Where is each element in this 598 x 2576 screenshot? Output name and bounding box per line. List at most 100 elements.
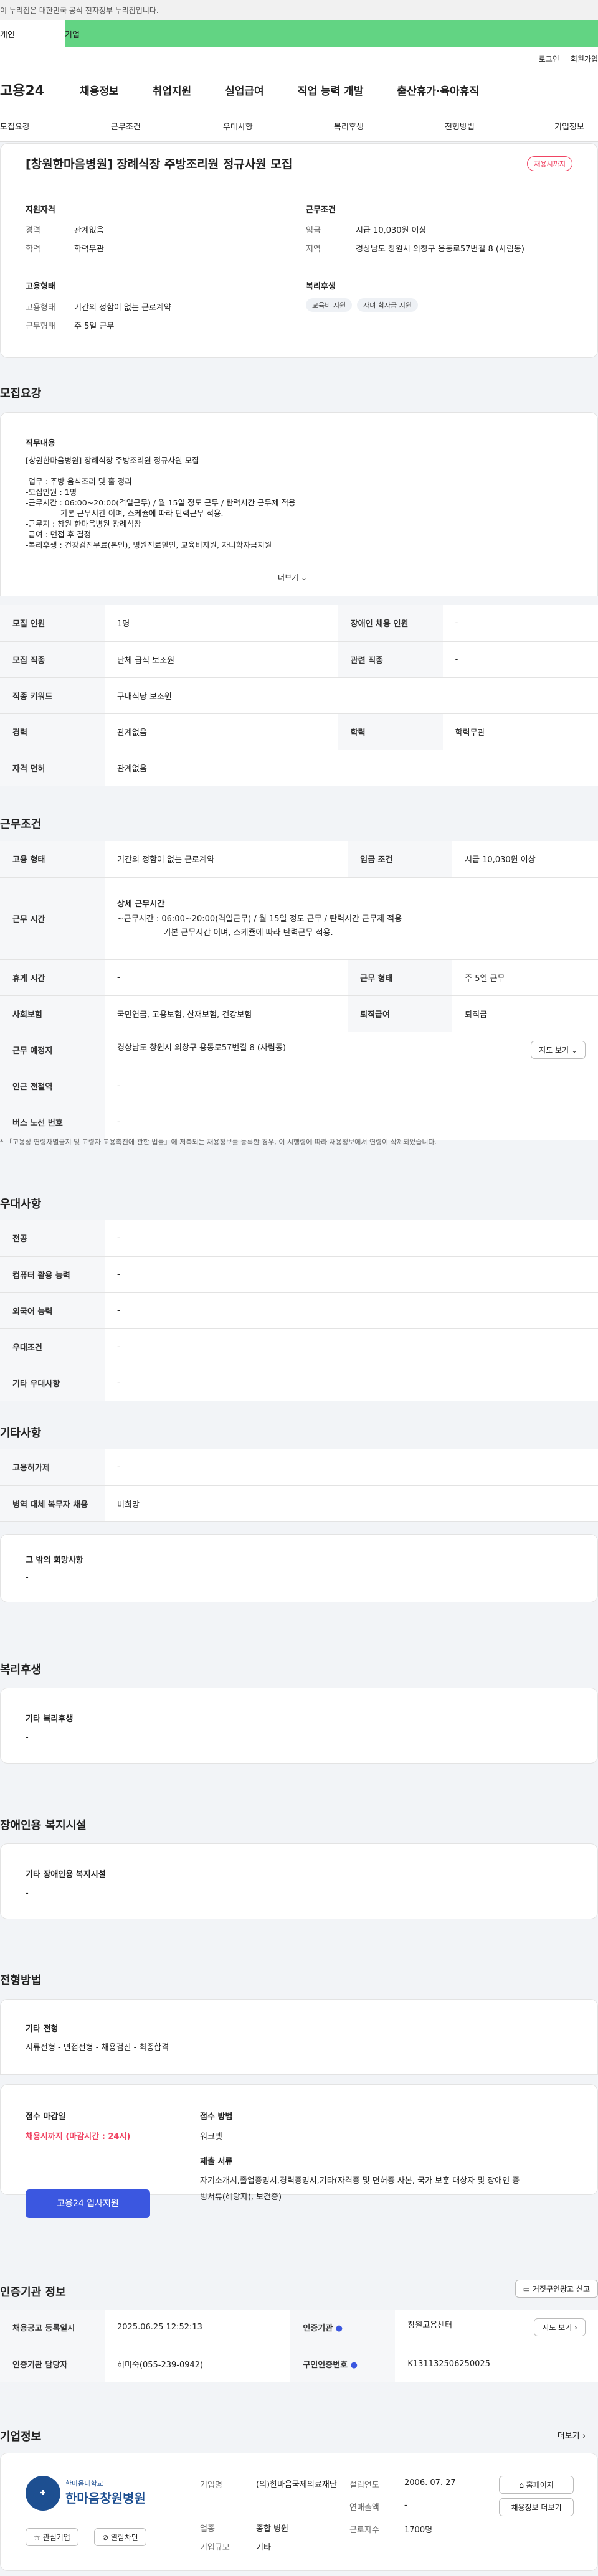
row-header: 모집 직종 — [0, 641, 105, 678]
est-v: 2006. 07. 27 — [404, 2478, 456, 2488]
org-v: 창원고용센터 지도 보기 › — [395, 2310, 598, 2346]
time-sub: 상세 근무시간 — [117, 899, 165, 909]
org-map-button[interactable]: 지도 보기 › — [534, 2318, 586, 2337]
emp-title: 고용형태 — [26, 282, 55, 291]
block-button[interactable]: ⊘ 열람차단 — [94, 2528, 147, 2546]
row-value: - — [105, 1292, 598, 1329]
wage-v: 시급 10,030원 이상 — [452, 841, 598, 878]
gnb-item[interactable]: 출산휴가·육아휴직 — [397, 82, 479, 98]
more-button[interactable]: 더보기 ⌄ — [278, 572, 307, 583]
tab-company[interactable]: 기업 — [65, 20, 598, 47]
more-jobs-button[interactable]: 채용정보 더보기 — [499, 2498, 574, 2516]
name-v: (의)한마음국제의료재단 — [256, 2480, 337, 2489]
emp-v: 기간의 정함이 없는 근로계약 — [105, 841, 348, 878]
bus-h: 버스 노선 번호 — [0, 1104, 105, 1140]
docs-label: 제출 서류 — [200, 2157, 233, 2166]
screen-label: 기타 전형 — [26, 2024, 59, 2034]
no-v: K131132506250025 — [395, 2346, 598, 2382]
site-logo[interactable]: 고용24 — [0, 80, 80, 100]
wage-value: 시급 10,030원 이상 — [356, 226, 427, 235]
subway-h: 인근 전철역 — [0, 1068, 105, 1104]
global-nav: 고용24 채용정보 취업지원 실업급여 직업 능력 개발 출산휴가·육아휴직 — [0, 70, 598, 110]
tab-personal[interactable]: 개인 — [0, 20, 65, 47]
row-value: - — [105, 1256, 598, 1293]
row-value: 구내식당 보조원 — [105, 677, 598, 714]
duty-line: -복리후생 : 건강검진무료(본인), 병원진료할인, 교육비지원, 자녀학자금… — [26, 540, 272, 550]
info-icon[interactable]: ● — [351, 2361, 358, 2370]
screen-section-title: 전형방법 — [0, 1974, 42, 1987]
row-value: 단체 급식 보조원 — [105, 641, 338, 678]
no-h: 구인인증번호 ● — [290, 2346, 396, 2382]
region-value: 경상남도 창원시 의창구 용동로57번길 8 (사림동) — [356, 245, 524, 254]
cond-title: 근무조건 — [306, 205, 336, 215]
lnb-item[interactable]: 기업정보 — [554, 120, 584, 132]
block-icon: ⊘ — [102, 2533, 109, 2542]
map-button[interactable]: 지도 보기 ⌄ — [531, 1040, 586, 1059]
emp-type-value: 기간의 정함이 없는 근로계약 — [74, 303, 171, 313]
emp-h: 고용 형태 — [0, 841, 105, 878]
row-header: 장애인 채용 인원 — [338, 605, 443, 642]
screen-value: 서류전형 - 면접전형 - 채용검진 - 최종합격 — [26, 2043, 169, 2052]
welfare-title: 복리후생 — [306, 282, 336, 291]
region-label: 지역 — [306, 245, 321, 254]
company-more-link[interactable]: 더보기 › — [558, 2429, 586, 2441]
staff-h: 근로자수 — [349, 2526, 379, 2535]
row-value: - — [105, 1449, 598, 1486]
place-h: 근무 예정지 — [0, 1032, 105, 1068]
recruit-table: 모집 인원 1명 장애인 채용 인원 - 모집 직종 단체 급식 보조원 관련 직종 - 직종 … — [0, 605, 598, 786]
star-icon: ☆ — [34, 2533, 40, 2542]
row-value: - — [105, 1220, 598, 1257]
scale-h: 기업규모 — [200, 2543, 230, 2552]
document-icon: ▭ — [523, 2285, 531, 2293]
lnb-item[interactable]: 우대사항 — [223, 120, 253, 132]
gnb-item[interactable]: 취업지원 — [153, 82, 192, 98]
row-value: 1명 — [105, 605, 338, 642]
row-value: 학력무관 — [442, 713, 598, 750]
name-h: 기업명 — [200, 2481, 222, 2490]
bus-v: - — [105, 1104, 598, 1140]
mgr-v: 허미숙(055-239-0942) — [105, 2346, 291, 2382]
home-icon: ⌂ — [519, 2481, 524, 2489]
login-link[interactable]: 로그인 — [539, 54, 559, 64]
lnb-item[interactable]: 모집요강 — [0, 120, 30, 132]
ins-v: 국민연금, 고용보험, 산재보험, 건강보험 — [105, 995, 348, 1032]
company-card: ✚ 한마음대학교 한마음창원병원 ☆ 관심기업 ⊘ 열람차단 기업명 (의)한마… — [0, 2453, 598, 2571]
signup-link[interactable]: 회원가입 — [571, 54, 598, 64]
job-title: [창원한마음병원] 장례식장 주방조리원 정규사원 모집 — [26, 157, 293, 171]
duty-line: 기본 근무시간 이며, 스케쥴에 따라 탄력근무 적용. — [26, 509, 224, 518]
lnb-item[interactable]: 복리후생 — [334, 120, 364, 132]
row-value: 관계없음 — [105, 713, 338, 750]
duty-line: -업무 : 주방 음식조리 및 홀 정리 — [26, 477, 132, 486]
scale-v: 기타 — [256, 2543, 271, 2552]
lnb-item[interactable]: 근무조건 — [111, 120, 141, 132]
apply-button[interactable]: 고용24 입사지원 — [26, 2189, 150, 2218]
duty-card: 직무내용 [창원한마음병원] 장례식장 주방조리원 정규사원 모집 -업무 : 주… — [0, 412, 598, 596]
gnb-item[interactable]: 직업 능력 개발 — [298, 82, 364, 98]
duty-line — [26, 466, 296, 476]
gnb-item[interactable]: 채용정보 — [80, 82, 119, 98]
row-value: 관계없음 — [105, 750, 598, 786]
gnb-item[interactable]: 실업급여 — [225, 82, 264, 98]
time-h: 근무 시간 — [0, 877, 105, 960]
chevron-down-icon: ⌄ — [300, 573, 308, 582]
workcond-table: 고용 형태 기간의 정함이 없는 근로계약 임금 조건 시급 10,030원 이상 근… — [0, 841, 598, 1140]
homepage-button[interactable]: ⌂ 홈페이지 — [499, 2476, 574, 2494]
welfare-label: 기타 복리후생 — [26, 1714, 74, 1724]
rest-h: 휴게 시간 — [0, 959, 105, 996]
info-icon[interactable]: ● — [336, 2324, 343, 2333]
hope-label: 그 밖의 희망사항 — [26, 1556, 83, 1565]
gov-banner: 이 누리집은 대한민국 공식 전자정부 누리집입니다. — [0, 0, 598, 20]
report-button[interactable]: ▭ 거짓구인광고 신고 — [515, 2280, 598, 2298]
row-header: 전공 — [0, 1220, 105, 1257]
lnb-item[interactable]: 전형방법 — [445, 120, 475, 132]
row-header: 기타 우대사항 — [0, 1365, 105, 1401]
fav-company-button[interactable]: ☆ 관심기업 — [26, 2528, 78, 2546]
company-section-title: 기업정보 — [0, 2430, 42, 2443]
time-line: 기본 근무시간 이며, 스케쥴에 따라 탄력근무 적용. — [117, 928, 333, 938]
exp-label: 경력 — [26, 226, 40, 235]
docs-value: 자기소개서,졸업증명서,경력증명서,기타(자격증 및 면허증 사본, 국가 보훈… — [200, 2176, 520, 2202]
age-notice: * 「고용상 연령차별금지 및 고령자 고용촉진에 관한 법률」에 저촉되는 채… — [0, 1138, 437, 1146]
deadline-value: 채용시까지 (마감시간 : 24시) — [26, 2132, 131, 2141]
reg-h: 채용공고 등록일시 — [0, 2310, 105, 2346]
chevron-right-icon: › — [574, 2323, 577, 2333]
